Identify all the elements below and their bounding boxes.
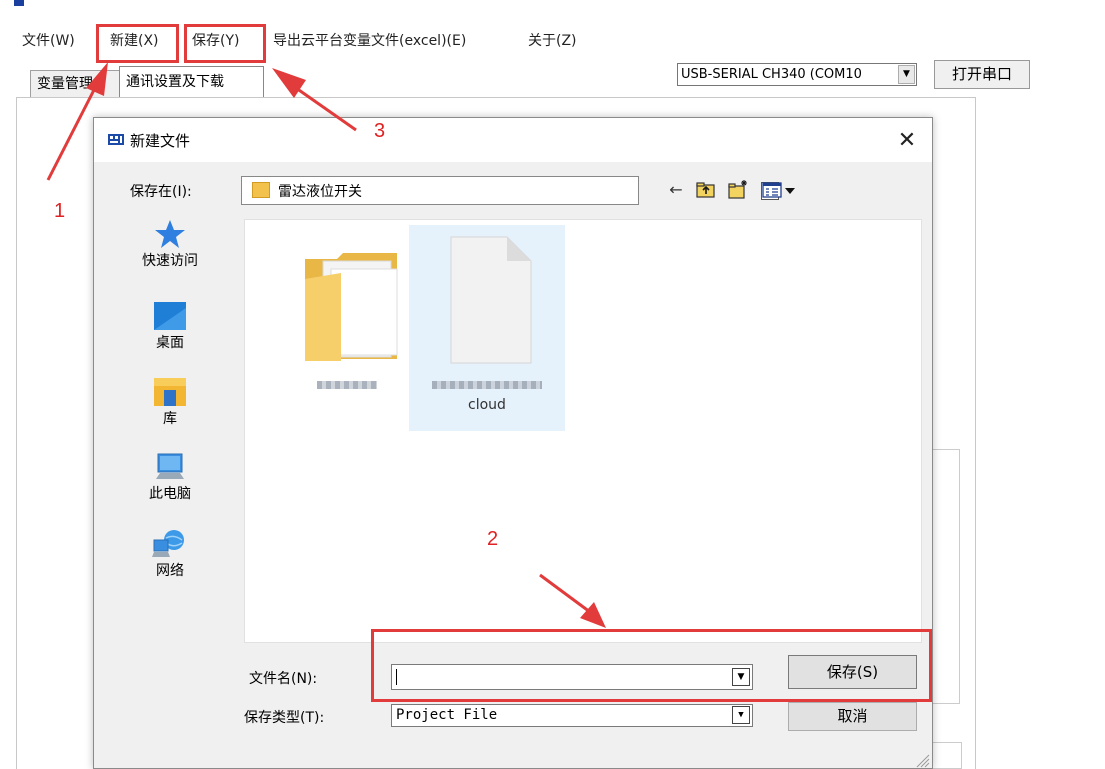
blurred-filename xyxy=(432,381,542,389)
com-port-value: USB-SERIAL CH340 (COM10 xyxy=(681,67,862,82)
view-menu-icon[interactable] xyxy=(762,181,796,199)
cancel-button[interactable]: 取消 xyxy=(788,702,917,731)
file-label xyxy=(269,377,425,393)
menu-file[interactable]: 文件(W) xyxy=(22,30,75,52)
chevron-down-icon[interactable]: ▼ xyxy=(898,65,915,84)
new-folder-icon[interactable] xyxy=(728,178,750,200)
folder-icon xyxy=(252,182,270,198)
title-bar xyxy=(0,0,1105,22)
places-sidebar: 快速访问 桌面 库 此电脑 网络 xyxy=(112,218,228,588)
back-arrow-icon[interactable]: ← xyxy=(666,179,686,201)
star-icon xyxy=(155,220,185,248)
menu-export-excel[interactable]: 导出云平台变量文件(excel)(E) xyxy=(273,30,466,52)
library-icon xyxy=(154,378,186,406)
place-network[interactable]: 网络 xyxy=(112,528,228,580)
file-list-pane: cloud xyxy=(244,219,922,643)
file-label: cloud xyxy=(468,397,506,413)
desktop-icon xyxy=(154,302,186,330)
dialog-title-bar: 新建文件 ✕ xyxy=(94,118,932,162)
filetype-select[interactable]: Project File ▼ xyxy=(391,704,753,727)
blurred-filename xyxy=(317,381,377,389)
annotation-box-filename xyxy=(371,629,932,702)
save-in-label: 保存在(I): xyxy=(130,184,192,200)
place-label: 桌面 xyxy=(156,335,184,351)
filetype-value: Project File xyxy=(396,707,498,723)
place-quick-access[interactable]: 快速访问 xyxy=(112,218,228,270)
file-label-blurred xyxy=(409,377,565,393)
app-icon xyxy=(14,0,24,6)
file-item-folder[interactable] xyxy=(269,225,425,431)
filetype-label: 保存类型(T): xyxy=(244,710,325,726)
place-desktop[interactable]: 桌面 xyxy=(112,300,228,352)
computer-icon xyxy=(156,453,184,479)
up-folder-icon[interactable] xyxy=(696,181,716,199)
menu-about[interactable]: 关于(Z) xyxy=(528,30,577,52)
save-in-value: 雷达液位开关 xyxy=(278,184,362,200)
annotation-label-1: 1 xyxy=(54,200,66,222)
annotation-label-2: 2 xyxy=(487,528,499,550)
tab-variable-management[interactable]: 变量管理 xyxy=(30,70,120,97)
place-library[interactable]: 库 xyxy=(112,376,228,428)
tab-comm-settings-download[interactable]: 通讯设置及下载 xyxy=(119,66,264,97)
chevron-down-icon[interactable]: ▼ xyxy=(732,706,750,724)
file-icon xyxy=(450,236,532,364)
place-label: 库 xyxy=(163,411,177,427)
folder-icon xyxy=(305,253,398,361)
save-in-select[interactable]: 雷达液位开关 ▼ xyxy=(241,176,779,205)
filename-label: 文件名(N): xyxy=(249,671,318,687)
close-icon[interactable]: ✕ xyxy=(890,126,924,156)
open-port-button[interactable]: 打开串口 xyxy=(934,60,1030,89)
com-port-select[interactable]: USB-SERIAL CH340 (COM10 ▼ xyxy=(677,63,917,86)
dialog-title: 新建文件 xyxy=(130,132,191,150)
annotation-box-save xyxy=(184,24,266,63)
place-label: 网络 xyxy=(156,563,184,579)
network-icon xyxy=(152,530,184,557)
resize-grip-icon[interactable] xyxy=(912,750,930,768)
dialog-app-icon xyxy=(108,134,124,145)
background-panel xyxy=(932,449,960,704)
annotation-label-3: 3 xyxy=(374,120,386,142)
place-this-pc[interactable]: 此电脑 xyxy=(112,451,228,503)
file-item-cloud[interactable]: cloud xyxy=(409,225,565,431)
place-label: 此电脑 xyxy=(149,486,191,502)
place-label: 快速访问 xyxy=(142,253,198,269)
annotation-box-new xyxy=(96,24,179,63)
